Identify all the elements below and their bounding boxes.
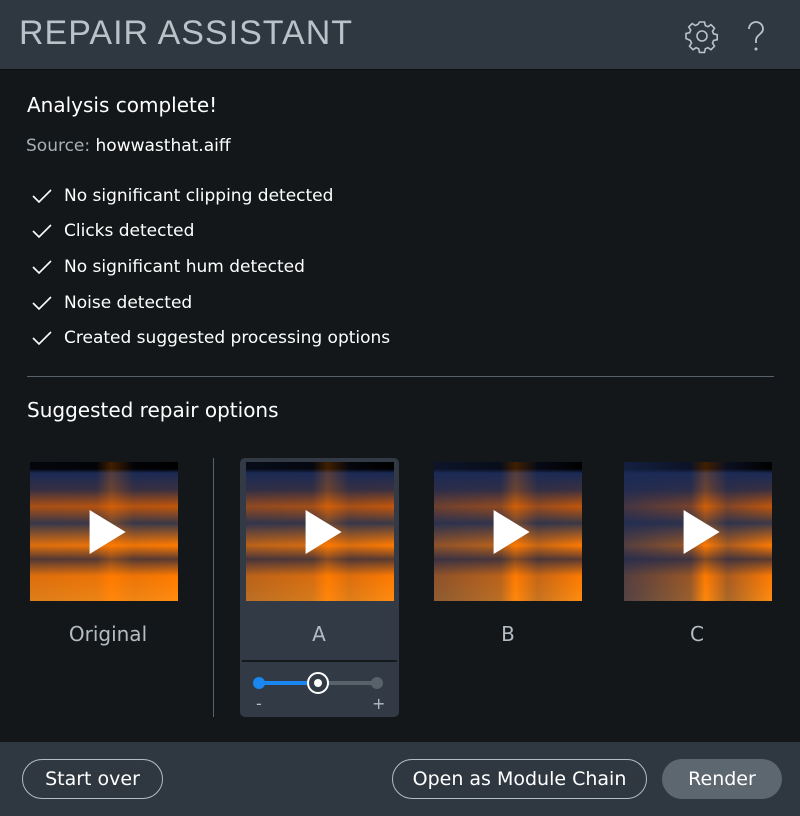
- slider-max-label: +: [372, 694, 386, 713]
- result-text: No significant hum detected: [64, 256, 305, 277]
- source-file: howwasthat.aiff: [95, 136, 231, 156]
- option-label[interactable]: B: [434, 622, 582, 646]
- option-b-preview[interactable]: [434, 462, 582, 601]
- result-item: Noise detected: [32, 285, 390, 321]
- start-over-button[interactable]: Start over: [22, 759, 163, 799]
- source-line: Source: howwasthat.aiff: [26, 136, 231, 156]
- result-item: No significant hum detected: [32, 249, 390, 285]
- strength-slider[interactable]: [253, 672, 383, 694]
- option-a-preview[interactable]: [246, 462, 394, 601]
- result-text: Created suggested processing options: [64, 328, 391, 349]
- result-text: Noise detected: [64, 292, 193, 313]
- option-label[interactable]: C: [623, 622, 771, 646]
- play-icon: [89, 509, 126, 554]
- option-original-preview[interactable]: [30, 462, 178, 601]
- result-text: No significant clipping detected: [64, 185, 334, 206]
- result-item: Clicks detected: [32, 214, 390, 250]
- header: REPAIR ASSISTANT: [0, 0, 800, 70]
- result-item: Created suggested processing options: [32, 320, 390, 356]
- divider: [27, 376, 774, 377]
- play-icon: [305, 509, 342, 554]
- suggestions-heading: Suggested repair options: [27, 398, 279, 422]
- open-module-chain-button[interactable]: Open as Module Chain: [392, 759, 647, 799]
- question-icon[interactable]: [738, 18, 774, 54]
- option-label[interactable]: Original: [34, 622, 182, 646]
- render-button[interactable]: Render: [662, 759, 782, 799]
- original-separator: [213, 458, 214, 717]
- source-label: Source:: [26, 136, 91, 156]
- play-icon: [683, 509, 720, 554]
- slider-min-dot: [253, 677, 265, 689]
- gear-icon[interactable]: [684, 18, 720, 54]
- play-icon: [493, 509, 530, 554]
- result-item: No significant clipping detected: [32, 178, 390, 214]
- check-icon: [32, 260, 52, 275]
- check-icon: [32, 331, 52, 346]
- check-icon: [32, 189, 52, 203]
- option-c-preview[interactable]: [624, 462, 772, 601]
- check-icon: [32, 224, 52, 239]
- result-text: Clicks detected: [64, 221, 195, 242]
- slider-min-label: -: [256, 694, 262, 713]
- slider-thumb[interactable]: [307, 672, 329, 694]
- slider-max-dot: [371, 677, 383, 689]
- check-icon: [32, 296, 52, 310]
- analysis-results: No significant clipping detected Clicks …: [32, 178, 390, 356]
- analysis-heading: Analysis complete!: [27, 93, 218, 117]
- app-title: REPAIR ASSISTANT: [19, 14, 354, 52]
- option-label[interactable]: A: [245, 622, 393, 646]
- card-divider: [242, 660, 397, 662]
